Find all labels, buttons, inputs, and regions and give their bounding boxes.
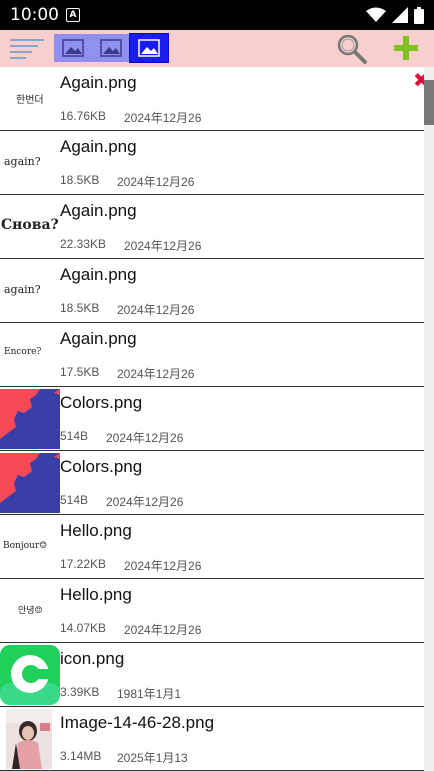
file-list: 한번더 Again.png 16.76KB 2024年12月26 again? … (0, 67, 424, 771)
file-date: 2024年12月26 (106, 495, 184, 509)
file-thumbnail (0, 645, 60, 705)
scrollbar-track[interactable] (424, 67, 434, 771)
file-name: Again.png (60, 329, 137, 348)
file-date: 2024年12月26 (117, 367, 195, 381)
file-date: 1981年1月1 (117, 687, 182, 701)
file-size: 14.07KB (60, 621, 107, 635)
file-thumbnail: again? (0, 133, 60, 193)
thumbnail-text: Encore? (4, 347, 42, 357)
file-size: 514B (60, 493, 89, 507)
file-size: 514B (60, 429, 89, 443)
file-date: 2024年12月26 (117, 175, 195, 189)
file-size: 22.33KB (60, 237, 107, 251)
file-name: Again.png (60, 265, 137, 284)
file-thumbnail: 한번더 (0, 69, 60, 129)
file-thumbnail: Encore? (0, 325, 60, 385)
view-mode-button-2[interactable] (92, 34, 130, 62)
colors-thumbnail (0, 389, 60, 449)
file-row[interactable]: Image-14-46-28.png 3.14MB 2025年1月13 (0, 707, 424, 771)
file-name: Hello.png (60, 521, 132, 540)
file-row[interactable]: Colors.png 514B 2024年12月26 (0, 451, 424, 515)
file-row[interactable]: again? Again.png 18.5KB 2024年12月26 (0, 131, 424, 195)
view-mode-button-1[interactable] (54, 34, 92, 62)
file-date: 2025年1月13 (117, 751, 188, 765)
file-thumbnail: again? (0, 261, 60, 321)
file-thumbnail: 안녕☺ (0, 581, 60, 641)
file-name: Hello.png (60, 585, 132, 604)
file-row[interactable]: Encore? Again.png 17.5KB 2024年12月26 (0, 323, 424, 387)
file-size: 17.5KB (60, 365, 100, 379)
file-name: Colors.png (60, 393, 143, 412)
file-name: Again.png (60, 73, 137, 92)
file-size: 18.5KB (60, 301, 100, 315)
view-mode-button-3[interactable] (129, 33, 169, 63)
thumbnail-text: Bonjour☺ (3, 541, 48, 551)
file-thumbnail (0, 709, 60, 769)
sort-lines-icon[interactable] (10, 37, 44, 61)
file-row[interactable]: again? Again.png 18.5KB 2024年12月26 (0, 259, 424, 323)
view-mode-group (54, 33, 169, 63)
file-size: 17.22KB (60, 557, 107, 571)
file-name: Again.png (60, 137, 137, 156)
file-thumbnail (0, 453, 60, 513)
file-row[interactable]: 한번더 Again.png 16.76KB 2024年12月26 (0, 67, 424, 131)
file-name: Again.png (60, 201, 137, 220)
file-row[interactable]: Colors.png 514B 2024年12月26 (0, 387, 424, 451)
file-size: 18.5KB (60, 173, 100, 187)
file-name: icon.png (60, 649, 125, 668)
scrollbar-thumb[interactable] (424, 80, 434, 125)
image-view-icon (100, 39, 122, 57)
file-date: 2024年12月26 (106, 431, 184, 445)
file-date: 2024年12月26 (124, 559, 202, 573)
signal-icon (392, 7, 408, 23)
app-icon-thumbnail (0, 645, 60, 705)
file-row[interactable]: icon.png 3.39KB 1981年1月1 (0, 643, 424, 707)
search-icon[interactable] (336, 33, 368, 65)
file-row[interactable]: Снова? Again.png 22.33KB 2024年12月26 (0, 195, 424, 259)
status-icons (366, 6, 424, 24)
a-box-icon: A (66, 8, 80, 22)
thumbnail-text: again? (4, 283, 41, 296)
image-view-icon (62, 39, 84, 57)
file-row[interactable]: Bonjour☺ Hello.png 17.22KB 2024年12月26 (0, 515, 424, 579)
file-date: 2024年12月26 (124, 239, 202, 253)
status-time: 10:00 (10, 5, 59, 25)
thumbnail-text: 한번더 (16, 95, 44, 106)
plus-icon[interactable] (392, 34, 420, 62)
file-size: 16.76KB (60, 109, 107, 123)
thumbnail-text: 안녕☺ (18, 606, 43, 616)
file-size: 3.39KB (60, 685, 100, 699)
image-view-icon (138, 39, 160, 57)
wifi-icon (366, 7, 386, 22)
file-date: 2024年12月26 (117, 303, 195, 317)
file-row[interactable]: 안녕☺ Hello.png 14.07KB 2024年12月26 (0, 579, 424, 643)
file-thumbnail: Снова? (0, 197, 60, 257)
file-size: 3.14MB (60, 749, 102, 763)
thumbnail-text: Снова? (1, 217, 59, 233)
toolbar (0, 30, 434, 67)
photo-thumbnail (6, 709, 52, 769)
colors-thumbnail (0, 453, 60, 513)
file-name: Colors.png (60, 457, 143, 476)
file-name: Image-14-46-28.png (60, 713, 215, 732)
battery-icon (414, 6, 424, 24)
file-thumbnail: Bonjour☺ (0, 517, 60, 577)
file-date: 2024年12月26 (124, 623, 202, 637)
thumbnail-text: again? (4, 155, 41, 168)
file-date: 2024年12月26 (124, 111, 202, 125)
status-bar: 10:00 A (0, 0, 434, 30)
file-thumbnail (0, 389, 60, 449)
